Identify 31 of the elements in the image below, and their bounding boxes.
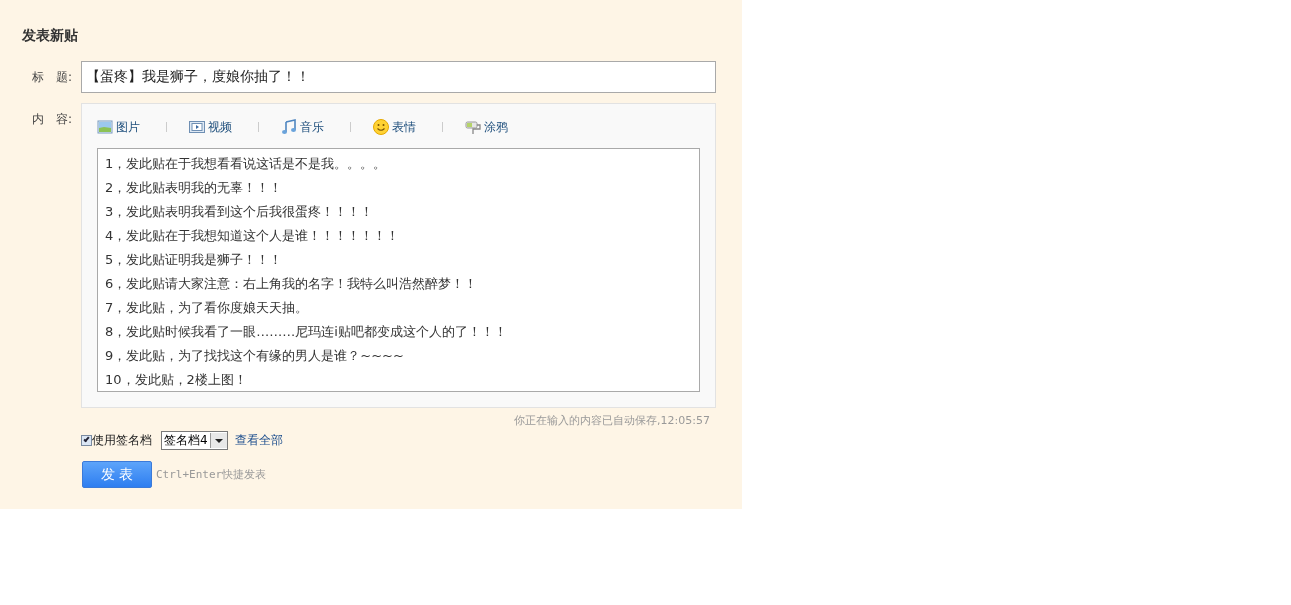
title-field[interactable]: 【蛋疼】我是狮子，度娘你抽了！！	[81, 61, 716, 93]
field-label: 内 容:	[31, 111, 74, 128]
film-icon	[189, 119, 205, 135]
checkbox-label: 使用签名档	[92, 431, 152, 449]
text-line: 9，发此贴，为了找找这个有缘的男人是谁？~~~~	[105, 347, 405, 365]
checkbox[interactable]	[81, 434, 92, 446]
view-all-link[interactable]: 查看全部	[234, 431, 283, 449]
signature-select[interactable]: 签名档4	[161, 430, 228, 450]
shortcut-hint: Ctrl+Enter快捷发表	[156, 467, 267, 482]
text-line: 6，发此贴请大家注意：右上角我的名字！我特么叫浩然醉梦！！	[105, 275, 479, 293]
text-line: 4，发此贴在于我想知道这个人是谁！！！！！！！	[105, 227, 401, 245]
text-line: 10，发此贴，2楼上图！	[105, 371, 248, 389]
toolbar-button[interactable]: 图片	[97, 118, 140, 136]
toolbar-button[interactable]: 涂鸦	[465, 118, 508, 136]
text-line: 1，发此贴在于我想看看说这话是不是我。。。。	[105, 155, 388, 173]
toolbar-button[interactable]: 音乐	[281, 118, 324, 136]
music-note-icon	[281, 119, 297, 135]
toolbar-button[interactable]: 表情	[373, 118, 416, 136]
form-heading: 发表新贴	[22, 27, 79, 45]
text-line: 7，发此贴，为了看你度娘天天抽。	[105, 299, 310, 317]
text-line: 2，发此贴表明我的无辜！！！	[105, 179, 284, 197]
toolbar-button[interactable]: 视频	[189, 118, 232, 136]
image-icon	[97, 119, 113, 135]
field-label: 标 题:	[31, 69, 74, 86]
paint-roller-icon	[465, 119, 481, 135]
smiley-icon	[373, 119, 389, 135]
text-line: 5，发此贴证明我是狮子！！！	[105, 251, 284, 269]
text-line: 3，发此贴表明我看到这个后我很蛋疼！！！！	[105, 203, 375, 221]
text-area[interactable]	[97, 148, 700, 392]
autosave-note: 你正在输入的内容已自动保存,12:05:57	[513, 413, 711, 429]
text-line: 8，发此贴时候我看了一眼………尼玛连i贴吧都变成这个人的了！！！	[105, 323, 508, 341]
